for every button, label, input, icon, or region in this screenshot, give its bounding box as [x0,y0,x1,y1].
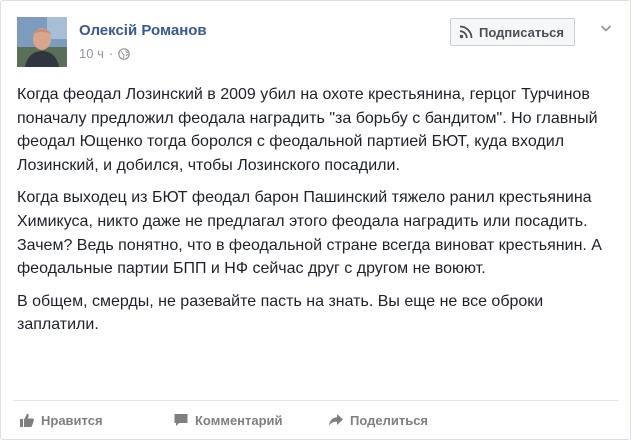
chevron-down-icon[interactable] [599,21,613,35]
post-header: Олексій Романов 10 ч · Подписаться [17,17,618,67]
avatar-photo [17,17,67,67]
post-paragraph: В общем, смерды, не разевайте пасть на з… [17,292,544,334]
post-meta: 10 ч · [79,46,131,61]
comment-button[interactable]: Комментарий [173,401,283,439]
comment-label: Комментарий [195,412,283,428]
meta-separator: · [108,46,114,61]
share-label: Поделиться [350,412,429,428]
globe-icon[interactable] [118,47,131,60]
post-paragraph: Когда феодал Лозинский в 2009 убил на ох… [17,86,598,174]
like-label: Нравится [41,412,103,428]
avatar[interactable] [17,17,67,67]
share-icon [328,412,344,428]
subscribe-label: Подписаться [479,24,565,40]
like-button[interactable]: Нравится [19,401,103,439]
subscribe-button[interactable]: Подписаться [450,18,576,46]
comment-icon [173,412,189,428]
post-body: Когда феодал Лозинский в 2009 убил на ох… [17,83,615,346]
author-name[interactable]: Олексій Романов [79,22,207,39]
facebook-post: Олексій Романов 10 ч · Подписаться Когда… [0,0,631,440]
post-timestamp[interactable]: 10 ч [79,46,104,61]
rss-icon [459,25,473,39]
share-button[interactable]: Поделиться [328,401,428,439]
post-paragraph: Когда выходец из БЮТ феодал барон Пашинс… [17,189,602,278]
post-actions-bar: Нравится Комментарий Поделиться [13,400,618,441]
thumbs-up-icon [19,412,35,428]
